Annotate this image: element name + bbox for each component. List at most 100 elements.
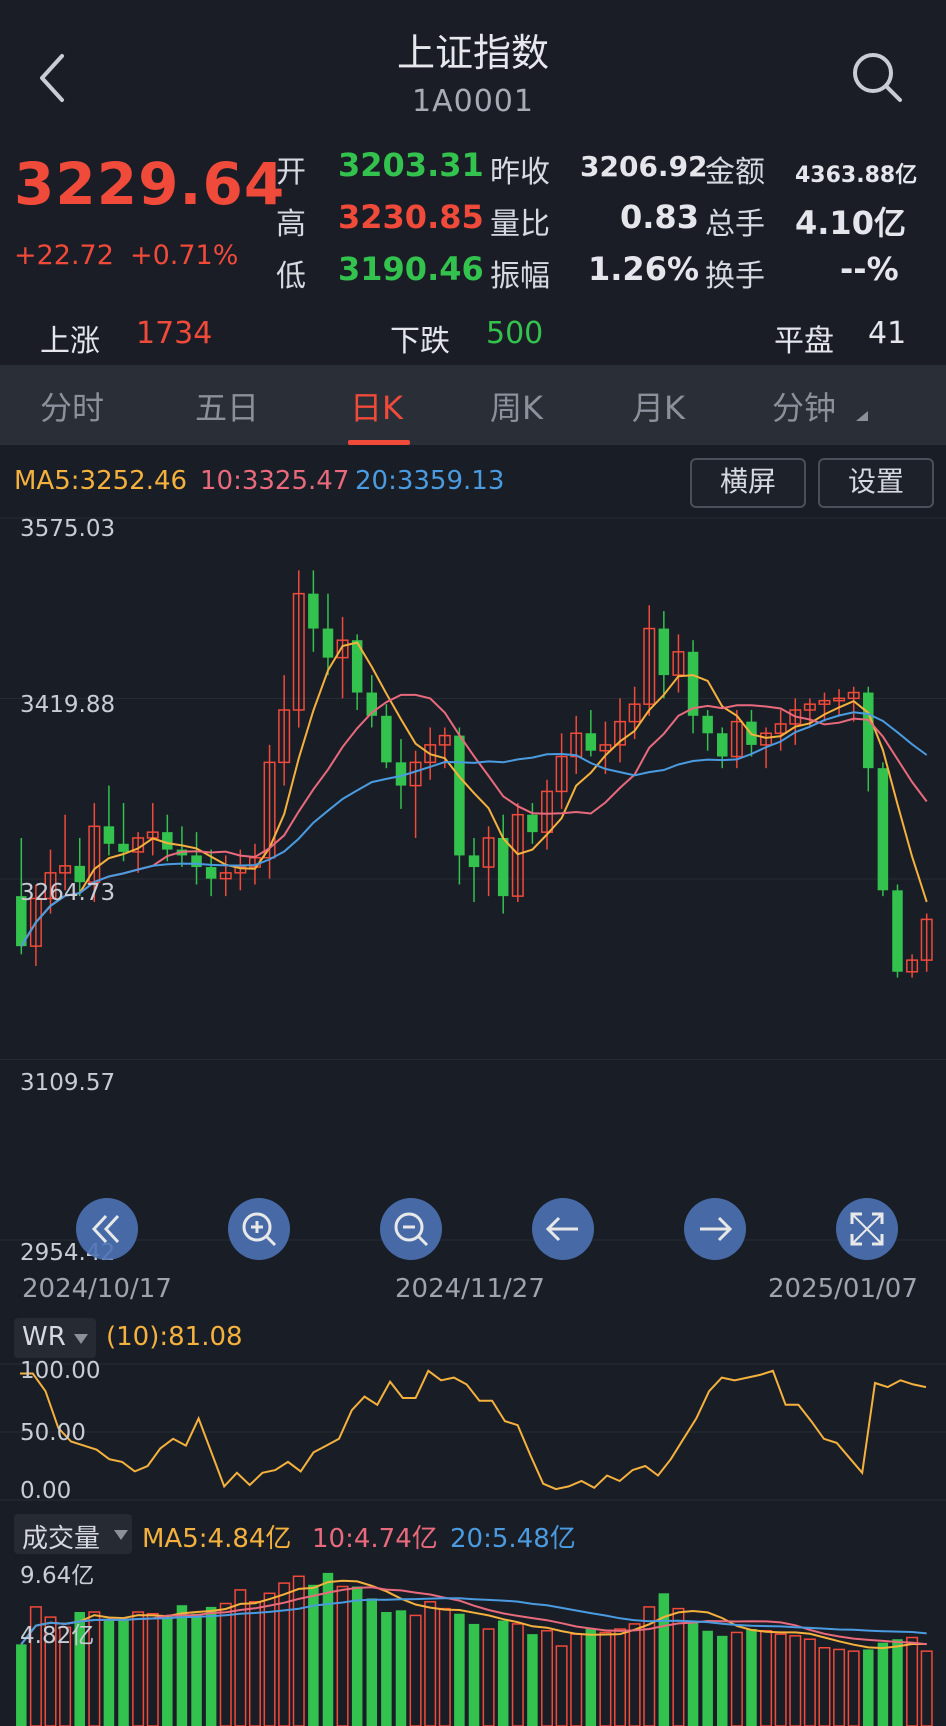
decliners-count: 500 [486, 316, 544, 351]
volume-bar [746, 1629, 757, 1726]
tab-daily-k[interactable]: 日K [350, 383, 403, 429]
candle [687, 651, 699, 716]
arrow-right-icon [700, 1216, 733, 1242]
volume-bar [672, 1607, 685, 1726]
volume-bar [16, 1644, 27, 1726]
volume-bar [263, 1592, 276, 1726]
volume-bar [730, 1631, 743, 1726]
volume-bar [687, 1622, 699, 1726]
ma5-legend: MA5:3252.46 [14, 466, 188, 496]
arrow-left-icon [545, 1216, 578, 1242]
volume-ratio-value: 0.83 [620, 198, 699, 236]
volume-bar [920, 1650, 933, 1726]
candle [308, 593, 319, 629]
settings-button[interactable]: 设置 [818, 458, 934, 508]
wr-axis-label: 100.00 [20, 1358, 101, 1384]
volume-bar [789, 1635, 802, 1726]
volume-ratio-label: 量比 [490, 207, 550, 242]
volume-bar [395, 1610, 407, 1726]
period-tab-bar: 分时 五日 日K 周K 月K 分钟 [0, 365, 946, 445]
prev-close-value: 3206.92 [580, 150, 708, 183]
candle [527, 814, 538, 833]
tab-intraday[interactable]: 分时 [40, 383, 104, 429]
volume-bar [336, 1585, 349, 1726]
volume-axis-label: 4.82亿 [20, 1623, 95, 1649]
volume-bar [906, 1636, 919, 1726]
volume-bar [818, 1646, 831, 1726]
volume-bar [366, 1598, 378, 1726]
candle [191, 855, 202, 868]
double-chevron-left-icon [91, 1214, 120, 1244]
candle [162, 832, 173, 850]
ma20-legend: 20:3359.13 [355, 466, 505, 496]
total-hands-value: 4.10亿 [795, 204, 906, 242]
zoom-out-button[interactable] [380, 1198, 442, 1260]
candle [118, 843, 129, 852]
volume-bar [658, 1593, 670, 1726]
amplitude-label: 振幅 [490, 259, 550, 294]
pan-right-button[interactable] [684, 1198, 746, 1260]
volume-bar [438, 1607, 451, 1726]
amount-value: 4363.88亿 [795, 163, 918, 188]
wr-axis-label: 50.00 [20, 1420, 86, 1446]
active-tab-indicator [348, 440, 410, 445]
volume-bar [424, 1601, 437, 1726]
ma10-line [20, 693, 928, 947]
volume-bar [585, 1629, 597, 1726]
zoom-out-icon [394, 1212, 429, 1247]
jump-start-button[interactable] [76, 1198, 138, 1260]
volume-indicator-name: 成交量 [22, 1524, 101, 1554]
tab-weekly-k[interactable]: 周K [490, 383, 543, 429]
volume-bar [599, 1631, 612, 1726]
price-axis-label: 3109.57 [20, 1070, 116, 1096]
candle [658, 628, 670, 676]
price-axis-label: 3419.88 [20, 692, 116, 718]
volume-bar [351, 1586, 363, 1726]
volume-indicator-selector[interactable]: 成交量 [14, 1514, 132, 1554]
candle [892, 890, 903, 972]
candle [103, 826, 115, 844]
date-axis-label: 2024/10/17 [22, 1274, 172, 1304]
volume-bar [863, 1649, 874, 1726]
zoom-in-icon [242, 1212, 277, 1247]
volume-bar [468, 1623, 480, 1726]
zoom-in-button[interactable] [228, 1198, 290, 1260]
price-change: +22.72 [14, 240, 114, 271]
candlestick-chart[interactable] [0, 510, 946, 1250]
tab-minute[interactable]: 分钟 [772, 383, 836, 429]
candle [716, 733, 728, 757]
search-icon[interactable] [848, 48, 908, 108]
volume-bar [511, 1623, 524, 1726]
volume-bar [454, 1613, 465, 1726]
tab-five-day[interactable]: 五日 [195, 383, 259, 429]
wr-value: (10):81.08 [106, 1322, 243, 1352]
index-code: 1A0001 [412, 84, 534, 119]
ma10-legend: 10:3325.47 [200, 466, 350, 496]
volume-bar [833, 1648, 846, 1726]
expand-icon [850, 1212, 884, 1246]
landscape-button[interactable]: 横屏 [690, 458, 806, 508]
volume-bar [877, 1642, 889, 1726]
date-axis-label: 2024/11/27 [395, 1274, 545, 1304]
prev-close-label: 昨收 [490, 155, 550, 190]
candle [454, 735, 465, 856]
pan-left-button[interactable] [532, 1198, 594, 1260]
total-hands-label: 总手 [705, 207, 765, 242]
amplitude-value: 1.26% [588, 250, 700, 288]
open-value: 3203.31 [338, 146, 484, 184]
candle [205, 867, 217, 879]
volume-bar [146, 1612, 159, 1726]
volume-bar [527, 1634, 538, 1726]
fullscreen-button[interactable] [836, 1198, 898, 1260]
volume-bar [702, 1630, 713, 1726]
volume-bar [118, 1620, 129, 1726]
unchanged-count: 41 [868, 316, 907, 351]
volume-bar [892, 1639, 903, 1726]
volume-bar [803, 1638, 816, 1726]
wr-indicator-selector[interactable]: WR [14, 1318, 96, 1358]
tab-monthly-k[interactable]: 月K [632, 383, 685, 429]
volume-bar [278, 1582, 291, 1726]
candle [497, 837, 509, 897]
price-change-percent: +0.71% [130, 240, 239, 271]
volume-bar [205, 1606, 217, 1726]
